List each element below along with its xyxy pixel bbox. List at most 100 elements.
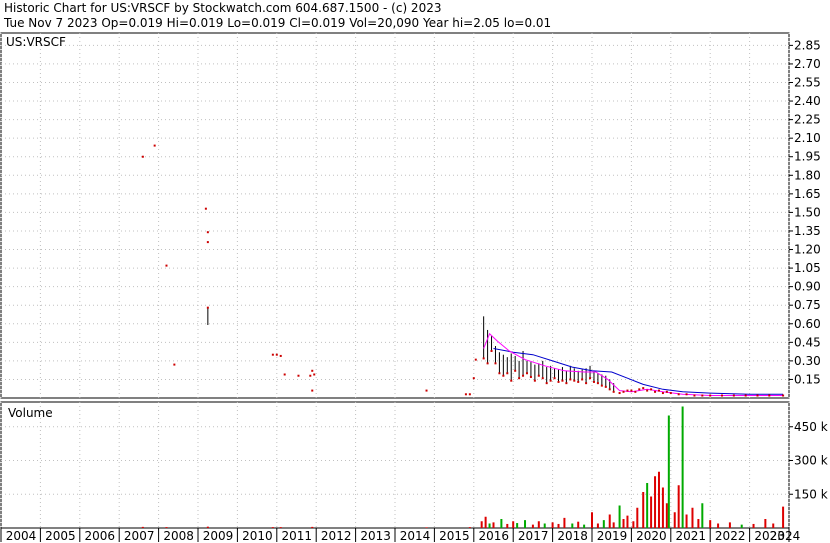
price-panel (0, 32, 790, 399)
x-tick-label: 2004 (6, 529, 37, 543)
price-tick-label: 1.35 (794, 224, 821, 238)
volume-bar (740, 524, 743, 528)
price-tick-label: 0.60 (794, 317, 821, 331)
price-close-mark (565, 382, 568, 385)
volume-bar (697, 519, 700, 528)
volume-bar (141, 526, 144, 528)
volume-bar (563, 517, 566, 528)
volume-bar (165, 527, 168, 528)
x-tick-label: 2022 (715, 529, 746, 543)
price-point (204, 207, 207, 210)
volume-bar (311, 526, 314, 528)
price-close-mark (486, 362, 489, 365)
price-point (297, 374, 300, 377)
volume-bar (709, 520, 712, 528)
price-tick-label: 1.50 (794, 205, 821, 219)
volume-bar (512, 521, 515, 528)
volume-bar (673, 512, 676, 528)
volume-bar (543, 523, 546, 528)
price-close-mark (498, 372, 501, 375)
price-point (468, 393, 471, 396)
chart-header-title: Historic Chart for US:VRSCF by Stockwatc… (4, 1, 441, 15)
x-tick-label: 2016 (479, 529, 510, 543)
price-close-mark (482, 357, 485, 360)
price-point (153, 144, 156, 147)
price-point (311, 369, 314, 372)
price-close-mark (549, 379, 552, 382)
price-tick-label: 1.80 (794, 168, 821, 182)
price-point (173, 363, 176, 366)
volume-bar (516, 523, 519, 528)
x-tick-label: 2011 (282, 529, 313, 543)
price-close-mark (585, 382, 588, 385)
price-close-mark (596, 382, 599, 385)
price-point (677, 393, 680, 396)
price-close-mark (604, 385, 607, 388)
price-tick-label: 2.10 (794, 131, 821, 145)
price-point (709, 394, 712, 397)
volume-bar (506, 523, 509, 528)
price-point (661, 392, 664, 395)
price-tick-label: 2.70 (794, 57, 821, 71)
volume-bar (717, 523, 720, 528)
price-point (768, 394, 771, 397)
volume-bar (661, 487, 664, 528)
x-tick-label: 2020 (636, 529, 667, 543)
price-close-mark (589, 377, 592, 380)
price-close-mark (541, 377, 544, 380)
chart-header-quote: Tue Nov 7 2023 Op=0.019 Hi=0.019 Lo=0.01… (3, 16, 551, 30)
x-tick-label: 2012 (321, 529, 352, 543)
price-point (425, 389, 428, 392)
price-point (622, 390, 625, 393)
volume-bar (500, 519, 503, 528)
price-tick-label: 1.65 (794, 187, 821, 201)
price-tick-label: 0.15 (794, 372, 821, 386)
volume-bar (772, 523, 775, 528)
volume-bar (764, 519, 767, 528)
price-point (309, 374, 312, 377)
price-point (313, 373, 316, 376)
x-axis: 2004 2005 2006 2007 2008 2009 2010 2011 2012 2013… (0, 528, 801, 543)
price-point (275, 353, 278, 356)
volume-bar (636, 507, 639, 528)
volume-bar (667, 415, 670, 528)
price-point (693, 394, 696, 397)
x-tick-label: 2009 (203, 529, 234, 543)
price-point (744, 394, 747, 397)
volume-tick-label: 150 k (794, 487, 828, 501)
price-close-mark (522, 374, 525, 377)
price-close-mark (608, 388, 611, 391)
x-tick-label: 2013 (360, 529, 391, 543)
volume-bar (557, 523, 560, 528)
volume-bar (632, 521, 635, 528)
price-close-mark (581, 378, 584, 381)
price-close-mark (525, 372, 528, 375)
price-point (165, 264, 168, 267)
volume-bar (642, 492, 645, 528)
volume-bar (701, 503, 704, 528)
price-point (283, 373, 286, 376)
price-close-mark (561, 379, 564, 382)
volume-bar (728, 522, 731, 528)
price-close-mark (533, 379, 536, 382)
volume-bar (681, 406, 684, 528)
price-point (650, 388, 653, 391)
price-point (685, 393, 688, 396)
price-close-mark (537, 374, 540, 377)
x-tick-label: 2024 (770, 529, 801, 543)
price-close-mark (573, 379, 576, 382)
volume-bar (685, 514, 688, 528)
volume-bar (492, 522, 495, 528)
volume-bar (480, 521, 483, 528)
price-tick-label: 1.05 (794, 261, 821, 275)
price-tick-label: 2.40 (794, 94, 821, 108)
price-close-mark (569, 378, 572, 381)
volume-bar (571, 523, 574, 528)
price-close-mark (529, 375, 532, 378)
price-point (721, 394, 724, 397)
volume-bar (425, 527, 428, 528)
price-close-mark (506, 372, 509, 375)
volume-bar (488, 523, 491, 528)
x-tick-label: 2008 (163, 529, 194, 543)
price-point (634, 390, 637, 393)
